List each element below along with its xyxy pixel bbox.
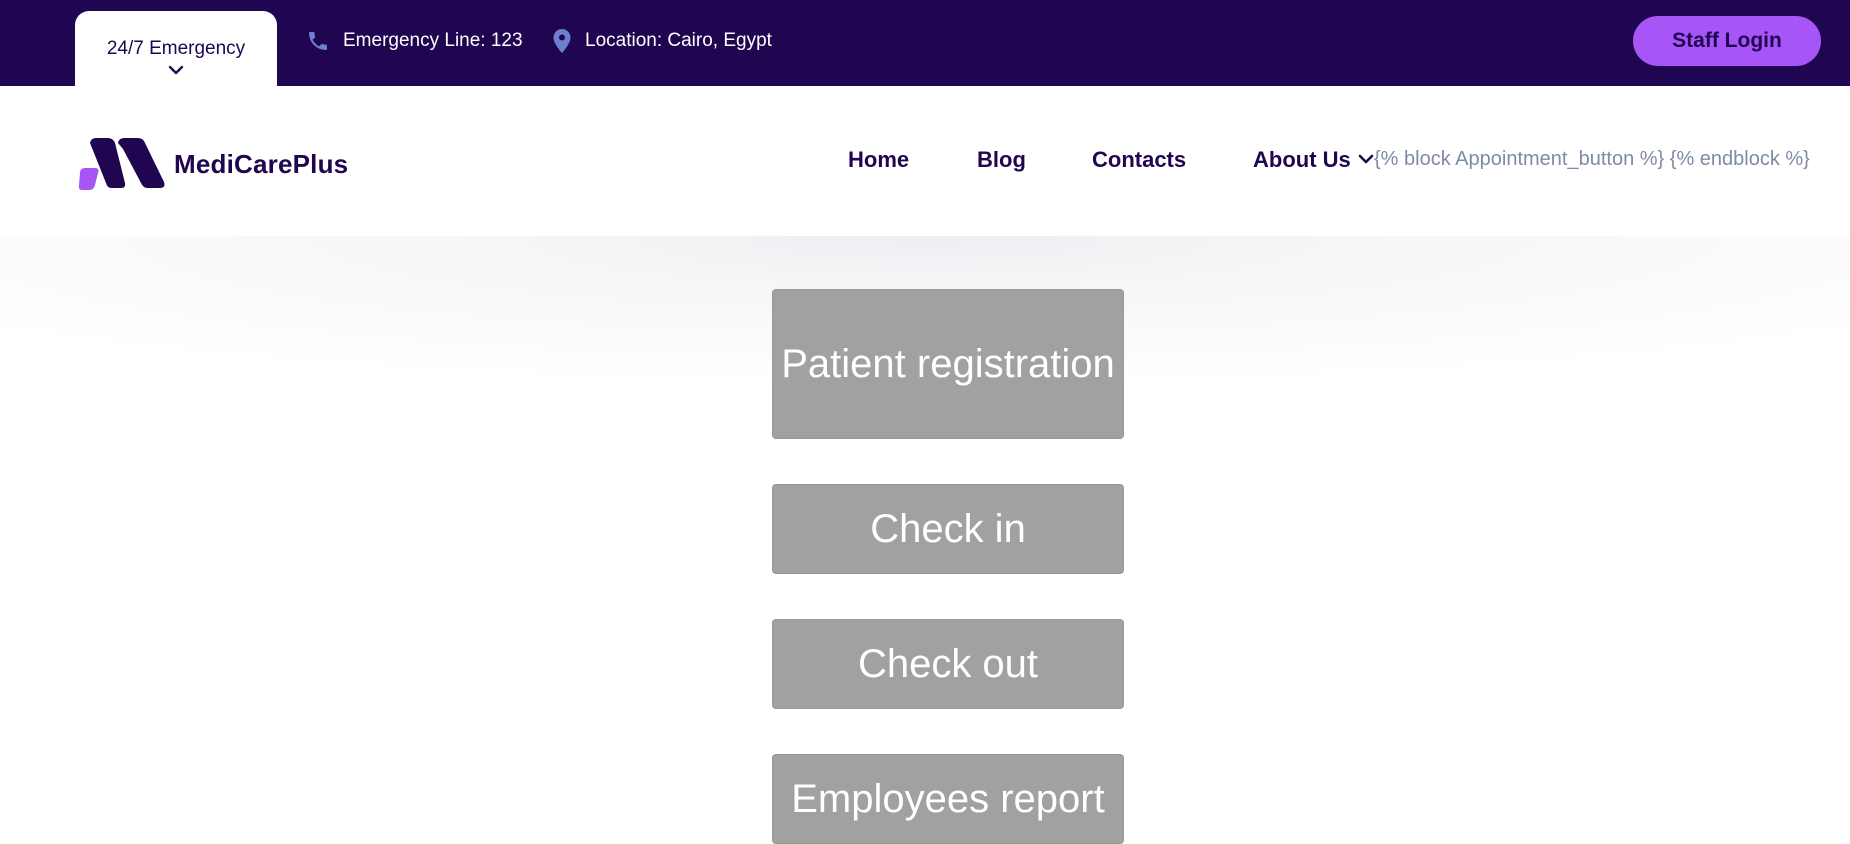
emergency-phone: Emergency Line: 123 bbox=[306, 26, 523, 56]
nav-about-us[interactable]: About Us bbox=[1253, 147, 1351, 173]
emergency-dropdown[interactable]: 24/7 Emergency bbox=[75, 11, 277, 87]
emergency-label: 24/7 Emergency bbox=[106, 38, 246, 59]
nav-contacts[interactable]: Contacts bbox=[1092, 147, 1186, 173]
top-bar: 24/7 Emergency Emergency Line: 123 Locat… bbox=[0, 0, 1850, 87]
chevron-down-icon bbox=[168, 65, 184, 75]
logo-icon bbox=[78, 138, 165, 190]
site-logo[interactable]: MediCarePlus bbox=[78, 137, 348, 191]
check-out-button[interactable]: Check out bbox=[772, 619, 1124, 709]
phone-icon bbox=[309, 32, 327, 50]
logo-text: MediCarePlus bbox=[174, 148, 349, 179]
patient-registration-button[interactable]: Patient registration bbox=[772, 289, 1124, 439]
location-info: Location: Cairo, Egypt bbox=[552, 26, 772, 56]
appointment-template-placeholder: {% block Appointment_button %} {% endblo… bbox=[1374, 148, 1810, 170]
employees-report-button[interactable]: Employees report bbox=[772, 754, 1124, 844]
nav-blog[interactable]: Blog bbox=[977, 147, 1026, 173]
check-in-button[interactable]: Check in bbox=[772, 484, 1124, 574]
chevron-down-icon[interactable] bbox=[1358, 154, 1374, 166]
location-pin-icon bbox=[553, 29, 571, 53]
staff-login-button[interactable]: Staff Login bbox=[1633, 16, 1821, 66]
nav-home[interactable]: Home bbox=[848, 147, 909, 173]
location-text: Location: Cairo, Egypt bbox=[585, 30, 772, 51]
phone-text: Emergency Line: 123 bbox=[343, 30, 523, 51]
